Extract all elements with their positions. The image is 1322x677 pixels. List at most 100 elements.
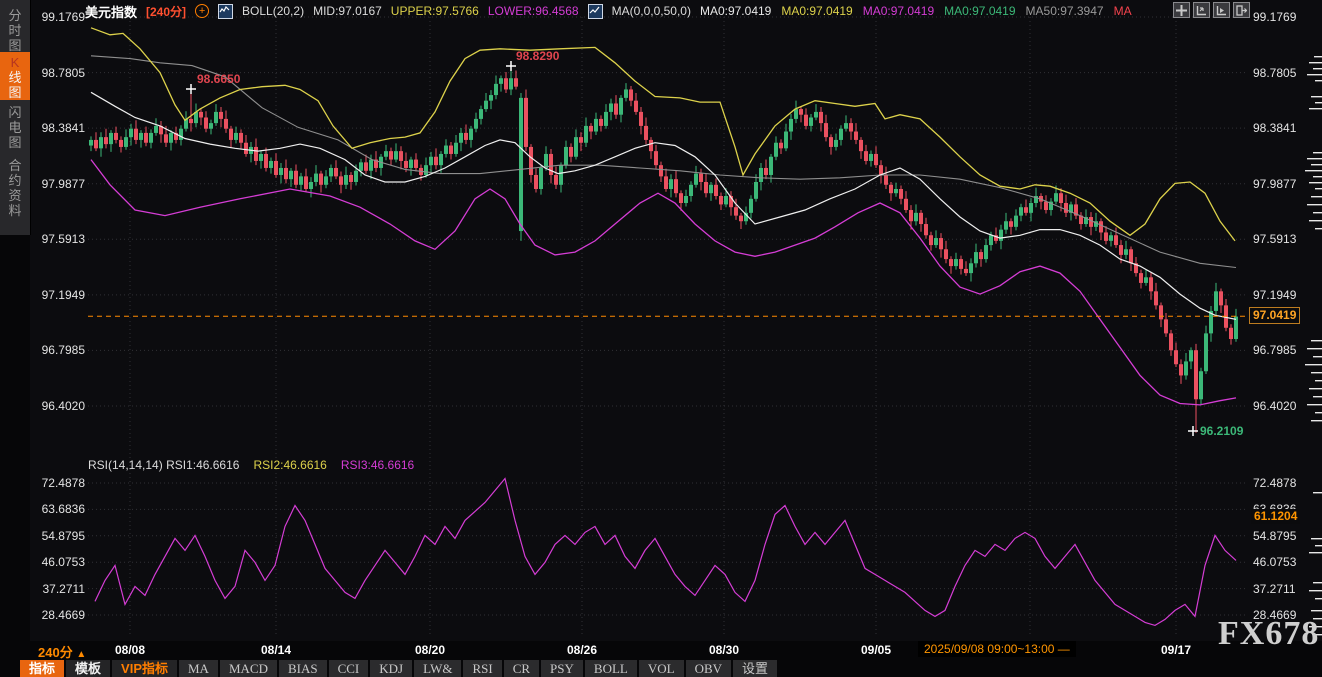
rsi-axis-label-left: 72.4878 xyxy=(33,476,85,490)
candle-body xyxy=(624,89,628,97)
candle-body xyxy=(839,129,843,140)
rsi-axis-label-left: 54.8795 xyxy=(33,529,85,543)
add-indicator-icon[interactable]: + xyxy=(195,4,209,18)
candle-body xyxy=(334,168,338,176)
candle-body xyxy=(929,235,933,245)
rsi-axis-label-right: 46.0753 xyxy=(1253,555,1296,569)
candle-body xyxy=(439,154,443,165)
candle-body xyxy=(289,171,293,179)
candle-body xyxy=(579,137,583,143)
candle-body xyxy=(649,140,653,151)
candle-body xyxy=(274,161,278,175)
period-selector[interactable]: 240分 ▲ xyxy=(38,642,86,661)
candle-body xyxy=(519,98,523,231)
candle-body xyxy=(724,196,728,204)
candle-body xyxy=(709,185,713,193)
ma-value: MA xyxy=(1114,4,1132,18)
candle-body xyxy=(734,207,738,215)
rsi-label: RSI(14,14,14) RSI1:46.6616 xyxy=(88,458,239,472)
toolbar-button-OBV[interactable]: OBV xyxy=(686,660,731,677)
candle-body xyxy=(1229,328,1233,339)
candle-body xyxy=(639,112,643,126)
candle-body xyxy=(284,168,288,179)
candle-body xyxy=(789,119,793,132)
toolbar-button-CCI[interactable]: CCI xyxy=(329,660,369,677)
pan-crosshair-icon[interactable] xyxy=(1173,2,1190,18)
candle-body xyxy=(139,133,143,140)
toolbar-button-KDJ[interactable]: KDJ xyxy=(370,660,412,677)
candle-body xyxy=(874,154,878,165)
toolbar-button-模板[interactable]: 模板 xyxy=(66,660,110,677)
exit-fullscreen-icon[interactable] xyxy=(1233,2,1250,18)
volume-profile-dash xyxy=(1313,396,1322,397)
price-axis-label-right: 99.1769 xyxy=(1253,10,1296,24)
candle-body xyxy=(1184,361,1188,375)
candle-body xyxy=(354,171,358,182)
candle-body xyxy=(1199,371,1203,399)
zoom-in-axis-icon[interactable] xyxy=(1213,2,1230,18)
boll-label: BOLL(20,2) xyxy=(242,4,304,18)
candle-body xyxy=(594,119,598,132)
volume-profile-dash xyxy=(1307,404,1322,405)
candle-body xyxy=(279,168,283,175)
candle-body xyxy=(1189,350,1193,361)
candle-body xyxy=(234,133,238,140)
candle-body xyxy=(1194,350,1198,399)
candle-body xyxy=(924,224,928,235)
candle-body xyxy=(204,117,208,128)
candle-body xyxy=(779,143,783,149)
toolbar-button-设置[interactable]: 设置 xyxy=(733,660,777,677)
sidebar-tab[interactable]: 合约资料 xyxy=(0,155,30,218)
price-axis-label-right: 98.7805 xyxy=(1253,66,1296,80)
toolbar-button-LW&[interactable]: LW& xyxy=(414,660,461,677)
chart-window-controls xyxy=(1173,2,1250,18)
sidebar-tab[interactable]: 闪电图 xyxy=(0,102,30,150)
candle-body xyxy=(654,151,658,165)
candle-body xyxy=(574,137,578,157)
toolbar-button-VOL[interactable]: VOL xyxy=(639,660,684,677)
candle-body xyxy=(869,154,873,161)
candle-body xyxy=(319,174,323,185)
candle-body xyxy=(239,133,243,143)
volume-profile-dash xyxy=(1314,56,1322,57)
ma-value: MA0:97.0419 xyxy=(944,4,1015,18)
candle-body xyxy=(389,151,393,159)
toolbar-button-MACD[interactable]: MACD xyxy=(220,660,277,677)
candle-body xyxy=(909,210,913,221)
ma-indicator-icon[interactable] xyxy=(588,4,603,19)
candle-body xyxy=(269,161,273,168)
candle-body xyxy=(634,101,638,112)
candle-body xyxy=(609,103,613,111)
sidebar-tab[interactable]: 分时图 xyxy=(0,5,30,53)
candle-body xyxy=(814,112,818,118)
rsi-axis-label-left: 63.6836 xyxy=(33,502,85,516)
toolbar-button-VIP指标[interactable]: VIP指标 xyxy=(112,660,177,677)
toolbar-button-RSI[interactable]: RSI xyxy=(463,660,501,677)
price-axis-label-left: 96.4020 xyxy=(33,399,85,413)
volume-profile-dash xyxy=(1315,412,1322,413)
candle-body xyxy=(774,143,778,157)
toolbar-button-MA[interactable]: MA xyxy=(179,660,218,677)
candle-body xyxy=(309,182,313,189)
sidebar-tab[interactable]: K线图 xyxy=(0,52,30,100)
candle-body xyxy=(1214,291,1218,311)
volume-profile-dash xyxy=(1311,340,1322,341)
chart-canvas[interactable] xyxy=(0,0,1322,677)
candle-body xyxy=(669,179,673,189)
volume-profile-dash xyxy=(1309,590,1322,591)
rsi-axis-label-left: 46.0753 xyxy=(33,555,85,569)
candle-body xyxy=(344,175,348,185)
candle-body xyxy=(804,115,808,126)
price-axis-label-right: 98.3841 xyxy=(1253,121,1296,135)
candle-body xyxy=(154,126,158,133)
zoom-out-axis-icon[interactable] xyxy=(1193,2,1210,18)
toolbar-button-CR[interactable]: CR xyxy=(504,660,539,677)
candle-body xyxy=(1019,207,1023,215)
toolbar-button-BOLL[interactable]: BOLL xyxy=(585,660,637,677)
price-axis-label-right: 97.9877 xyxy=(1253,177,1296,191)
boll-indicator-icon[interactable] xyxy=(218,4,233,19)
candle-body xyxy=(1024,207,1028,213)
toolbar-button-PSY[interactable]: PSY xyxy=(541,660,583,677)
toolbar-button-指标[interactable]: 指标 xyxy=(20,660,64,677)
toolbar-button-BIAS[interactable]: BIAS xyxy=(279,660,327,677)
